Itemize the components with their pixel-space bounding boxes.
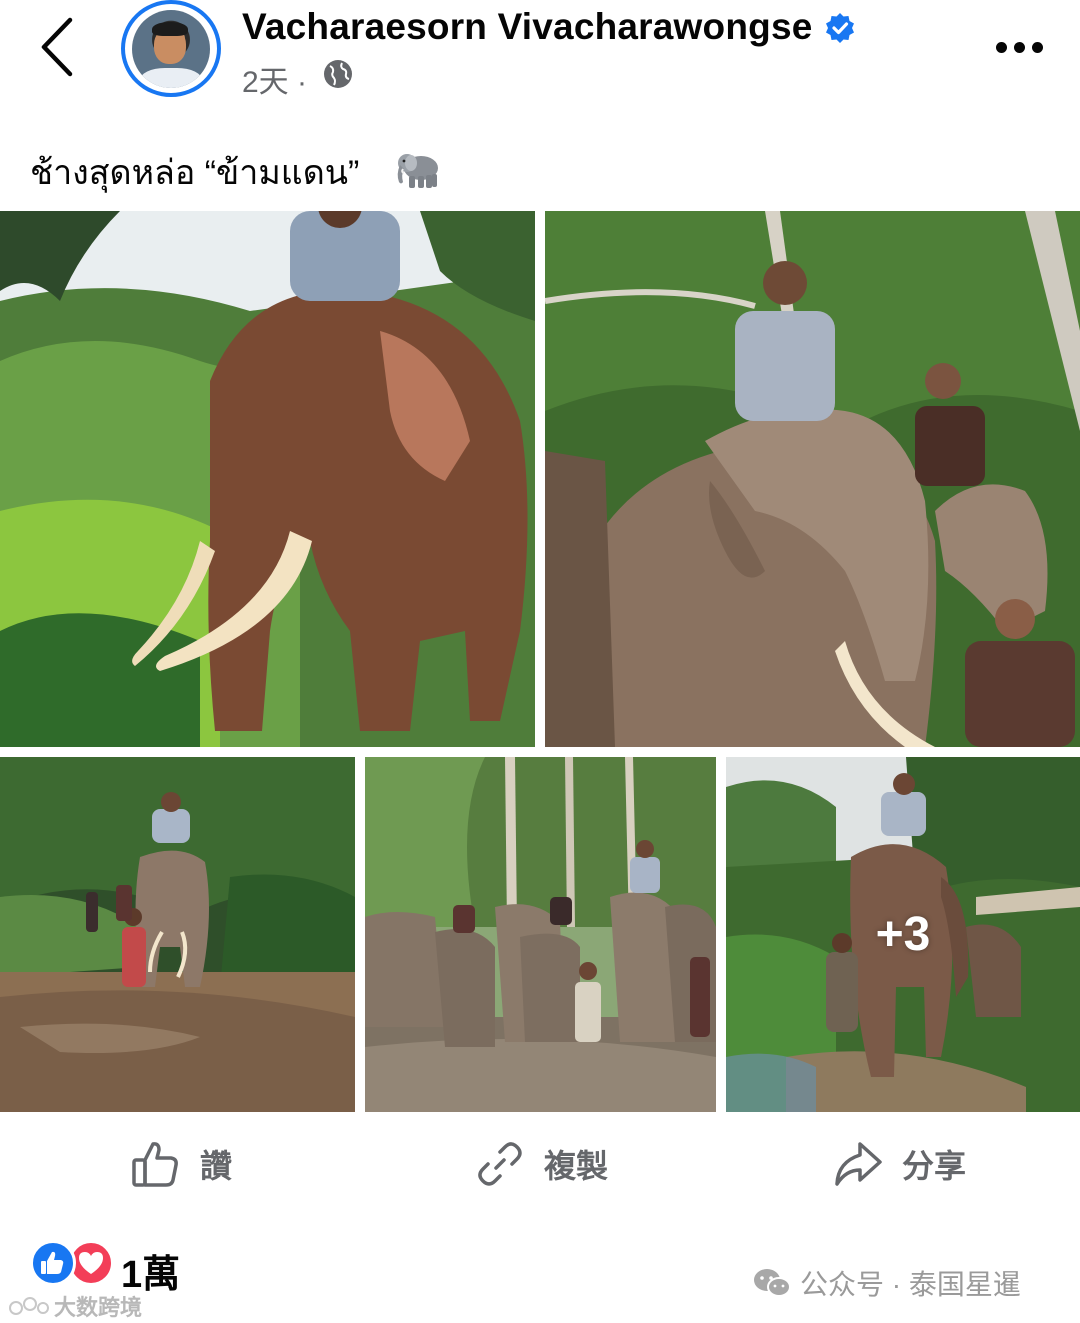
post-photo-2[interactable] xyxy=(545,211,1080,747)
corner-logo-icon xyxy=(9,1297,49,1315)
corner-watermark: 大数跨境 xyxy=(8,1290,142,1322)
like-button[interactable]: 讚 xyxy=(130,1132,232,1196)
copy-button[interactable]: 複製 xyxy=(474,1132,608,1196)
share-button[interactable]: 分享 xyxy=(832,1132,966,1196)
elephant-emoji-icon xyxy=(395,148,441,190)
post-caption: ช้างสุดหล่อ “ข้ามแดน” xyxy=(30,154,360,192)
like-label: 讚 xyxy=(200,1148,233,1184)
post-timestamp[interactable]: 2天 · xyxy=(242,57,307,101)
link-icon xyxy=(478,1142,522,1186)
author-avatar[interactable] xyxy=(121,0,221,97)
verified-badge-icon xyxy=(824,12,856,44)
back-button[interactable] xyxy=(36,14,84,80)
post-photo-3[interactable] xyxy=(0,757,355,1112)
share-label: 分享 xyxy=(902,1148,967,1184)
more-photos-count[interactable]: +3 xyxy=(726,757,1080,1112)
post-photo-4[interactable] xyxy=(365,757,716,1112)
wechat-watermark: 公众号 · 泰国星暹 xyxy=(752,1263,1021,1303)
post-photo-1[interactable] xyxy=(0,211,535,747)
avatar-image xyxy=(132,10,210,88)
corner-watermark-text: 大数跨境 xyxy=(54,1295,143,1320)
share-icon xyxy=(835,1142,882,1186)
globe-icon xyxy=(322,58,354,90)
thumbs-up-icon xyxy=(132,1142,178,1187)
author-name[interactable]: Vacharaesorn Vivacharawongse xyxy=(242,6,813,48)
post-photo-5[interactable]: +3 xyxy=(726,757,1080,1112)
wechat-icon xyxy=(754,1269,791,1297)
like-reaction-icon xyxy=(30,1240,76,1286)
wechat-watermark-text: 公众号 · 泰国星暹 xyxy=(800,1269,1021,1300)
chevron-left-icon xyxy=(41,17,73,77)
copy-label: 複製 xyxy=(544,1148,609,1184)
more-options-button[interactable] xyxy=(994,36,1046,58)
